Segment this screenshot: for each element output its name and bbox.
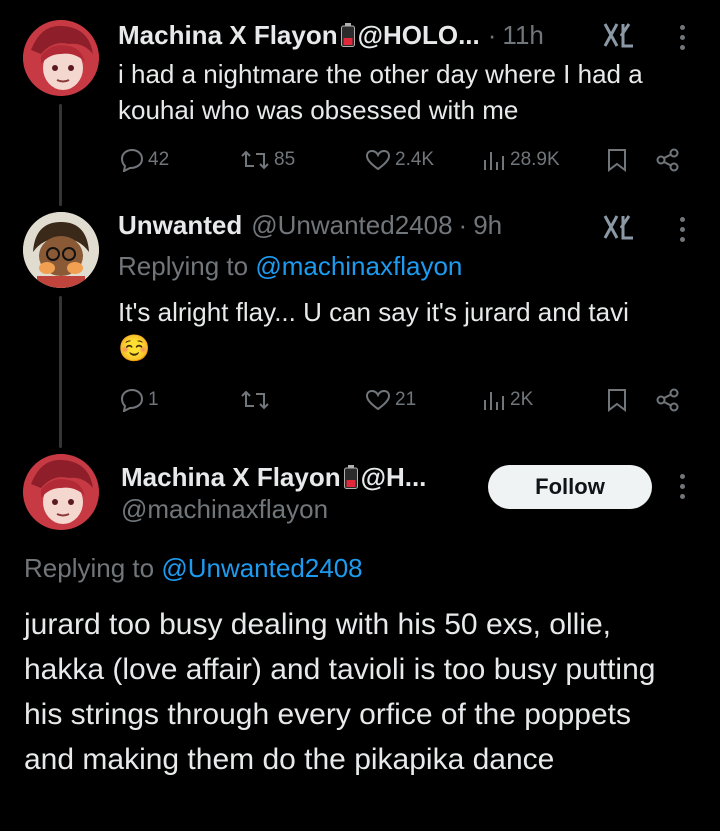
replying-to-label: Replying to: [118, 251, 249, 281]
separator: ·: [458, 209, 468, 240]
tweet-header: Machina X Flayon @H...: [121, 460, 426, 494]
user-handle[interactable]: @H...: [361, 462, 427, 493]
avatar[interactable]: [23, 20, 99, 96]
views-button[interactable]: 2K: [482, 388, 533, 412]
retweet-button[interactable]: 85: [240, 148, 295, 172]
grok-icon[interactable]: [603, 22, 637, 53]
thread-line: [59, 296, 62, 448]
share-icon[interactable]: [655, 148, 681, 172]
views-icon: [484, 152, 504, 170]
reply-button[interactable]: 1: [118, 388, 159, 412]
timestamp[interactable]: 11h: [502, 20, 543, 51]
separator: ·: [487, 19, 497, 50]
share-icon[interactable]: [655, 388, 681, 412]
reply-button[interactable]: 42: [118, 148, 169, 172]
replying-to: Replying to @Unwanted2408: [24, 550, 363, 586]
tweet-text: It's alright flay... U can say it's jura…: [118, 294, 698, 366]
display-name[interactable]: Unwanted: [118, 210, 242, 241]
view-count: 28.9K: [510, 149, 560, 170]
emoji: ☺️: [118, 333, 151, 363]
reply-icon: [120, 148, 144, 172]
retweet-count: 85: [274, 149, 296, 170]
display-name[interactable]: Machina X Flayon: [121, 462, 341, 493]
like-icon: [365, 389, 391, 411]
reply-icon: [120, 388, 144, 412]
more-icon[interactable]: [680, 217, 686, 247]
view-count: 2K: [510, 389, 534, 410]
like-count: 2.4K: [395, 149, 435, 170]
bookmark-icon[interactable]: [606, 388, 628, 412]
like-button[interactable]: 2.4K: [365, 148, 434, 172]
more-icon[interactable]: [680, 474, 686, 504]
user-handle[interactable]: @Unwanted2408: [251, 210, 452, 241]
views-button[interactable]: 28.9K: [482, 148, 560, 172]
retweet-icon: [241, 390, 269, 410]
tweet-header: Unwanted @Unwanted2408 · 9h: [118, 208, 502, 242]
reply-count: 42: [148, 149, 170, 170]
thread-line: [59, 104, 62, 206]
reply-count: 1: [148, 389, 159, 410]
views-icon: [484, 392, 504, 410]
avatar[interactable]: [23, 212, 99, 288]
username[interactable]: @machinaxflayon: [121, 494, 328, 525]
replying-to: Replying to @machinaxflayon: [118, 248, 462, 284]
like-count: 21: [395, 389, 417, 410]
follow-button[interactable]: Follow: [488, 465, 652, 509]
tweet-text: i had a nightmare the other day where I …: [118, 59, 643, 125]
replying-to-link[interactable]: @machinaxflayon: [255, 251, 462, 281]
retweet-icon: [241, 150, 269, 170]
more-icon[interactable]: [680, 25, 686, 55]
like-icon: [365, 149, 391, 171]
timestamp[interactable]: 9h: [473, 210, 502, 241]
user-handle[interactable]: @HOLO...: [358, 20, 480, 51]
replying-to-link[interactable]: @Unwanted2408: [161, 553, 362, 583]
tweet-header: Machina X Flayon @HOLO... · 11h: [118, 18, 544, 52]
bookmark-icon[interactable]: [606, 148, 628, 172]
like-button[interactable]: 21: [365, 388, 416, 412]
display-name[interactable]: Machina X Flayon: [118, 20, 338, 51]
tweet-text-body: It's alright flay... U can say it's jura…: [118, 297, 629, 327]
battery-icon: [340, 23, 355, 47]
replying-to-label: Replying to: [24, 553, 155, 583]
grok-icon[interactable]: [603, 214, 637, 245]
main-tweet-text: jurard too busy dealing with his 50 exs,…: [24, 608, 656, 776]
battery-icon: [343, 465, 358, 489]
avatar[interactable]: [23, 454, 99, 530]
retweet-button[interactable]: [240, 388, 270, 412]
